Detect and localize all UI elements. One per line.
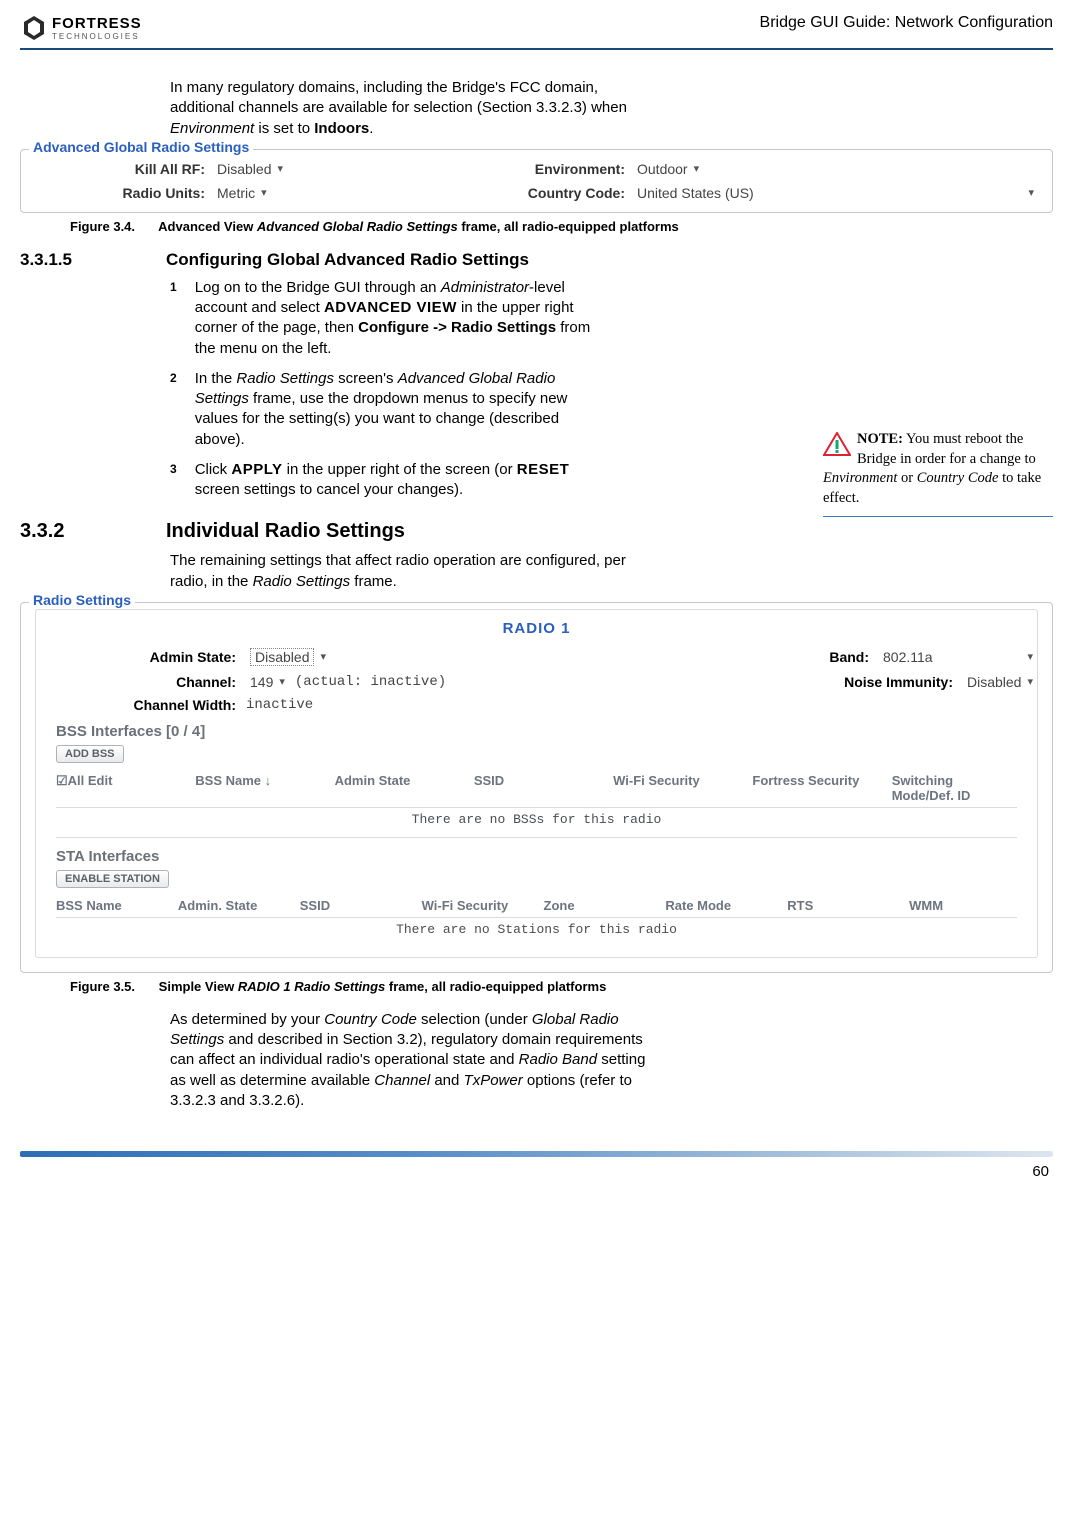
chevron-down-icon: ▾	[279, 675, 285, 688]
channel-actual-note: (actual: inactive)	[295, 674, 446, 690]
page-number: 60	[20, 1163, 1053, 1180]
kill-rf-label: Kill All RF:	[35, 161, 205, 177]
environment-dropdown[interactable]: Outdoor ▾	[633, 160, 703, 178]
section-3-3-2-heading: 3.3.2 Individual Radio Settings	[20, 520, 1053, 543]
chevron-down-icon: ▾	[1027, 650, 1033, 663]
panel-legend: Radio Settings	[29, 592, 135, 608]
note-callout: NOTE: You must reboot the Bridge in orde…	[823, 430, 1053, 517]
step-1: 1 Log on to the Bridge GUI through an Ad…	[170, 278, 1053, 359]
country-code-value: United States (US)	[637, 185, 754, 201]
bss-table-header: ☑All Edit BSS Name ↓ Admin State SSID Wi…	[56, 769, 1017, 808]
band-value: 802.11a	[883, 649, 933, 665]
doc-title: Bridge GUI Guide: Network Configuration	[760, 14, 1053, 32]
brand-name: FORTRESS	[52, 15, 142, 32]
brand-sub: TECHNOLOGIES	[52, 32, 142, 41]
add-bss-button[interactable]: ADD BSS	[56, 745, 124, 763]
figure-3-4-caption: Figure 3.4. Advanced View Advanced Globa…	[70, 219, 1053, 234]
band-dropdown[interactable]: 802.11a ▾	[879, 648, 1037, 666]
chevron-down-icon: ▾	[261, 186, 267, 199]
channel-value: 149	[250, 674, 273, 690]
footer-divider	[20, 1151, 1053, 1157]
noise-immunity-label: Noise Immunity:	[743, 674, 963, 690]
channel-width-label: Channel Width:	[36, 697, 246, 713]
figure-3-5-caption: Figure 3.5. Simple View RADIO 1 Radio Se…	[70, 979, 1053, 994]
panel-legend: Advanced Global Radio Settings	[29, 139, 253, 155]
chevron-down-icon: ▾	[277, 162, 283, 175]
brand-logo: FORTRESS TECHNOLOGIES	[20, 14, 142, 42]
section-3-3-2-para: The remaining settings that affect radio…	[170, 551, 650, 592]
channel-dropdown[interactable]: 149 ▾	[246, 673, 289, 691]
enable-station-button[interactable]: ENABLE STATION	[56, 870, 169, 888]
sta-empty-row: There are no Stations for this radio	[56, 918, 1017, 947]
environment-value: Outdoor	[637, 161, 688, 177]
fortress-icon	[20, 14, 48, 42]
admin-state-label: Admin State:	[36, 649, 246, 665]
closing-paragraph: As determined by your Country Code selec…	[170, 1010, 650, 1111]
sta-table-header: BSS Name Admin. State SSID Wi-Fi Securit…	[56, 894, 1017, 918]
radio-units-value: Metric	[217, 185, 255, 201]
section-3-3-1-5-heading: 3.3.1.5 Configuring Global Advanced Radi…	[20, 250, 1053, 270]
sta-interfaces-header: STA Interfaces	[56, 848, 1037, 865]
chevron-down-icon: ▾	[1028, 186, 1034, 199]
chevron-down-icon: ▾	[1027, 675, 1033, 688]
environment-label: Environment:	[455, 161, 625, 177]
warning-info-icon	[823, 432, 851, 456]
channel-label: Channel:	[36, 674, 246, 690]
note-lead: NOTE:	[857, 431, 903, 447]
page-header: FORTRESS TECHNOLOGIES Bridge GUI Guide: …	[20, 14, 1053, 50]
country-code-dropdown[interactable]: United States (US) ▾	[633, 184, 1038, 202]
chevron-down-icon: ▾	[694, 162, 700, 175]
country-code-label: Country Code:	[455, 185, 625, 201]
radio-units-dropdown[interactable]: Metric ▾	[213, 184, 271, 202]
bss-interfaces-header: BSS Interfaces [0 / 4]	[56, 723, 1037, 740]
admin-state-value: Disabled	[250, 648, 314, 666]
admin-state-dropdown[interactable]: Disabled ▾	[246, 647, 330, 667]
noise-immunity-value: Disabled	[967, 674, 1021, 690]
band-label: Band:	[659, 649, 879, 665]
chevron-down-icon: ▾	[320, 650, 326, 663]
page-container: FORTRESS TECHNOLOGIES Bridge GUI Guide: …	[0, 0, 1091, 1200]
intro-paragraph: In many regulatory domains, including th…	[170, 78, 650, 139]
channel-width-value: inactive	[246, 697, 313, 713]
kill-rf-dropdown[interactable]: Disabled ▾	[213, 160, 287, 178]
kill-rf-value: Disabled	[217, 161, 271, 177]
radio-settings-panel: Radio Settings RADIO 1 Admin State: Disa…	[20, 602, 1053, 973]
global-radio-settings-panel: Advanced Global Radio Settings Kill All …	[20, 149, 1053, 213]
noise-immunity-dropdown[interactable]: Disabled ▾	[963, 673, 1037, 691]
bss-empty-row: There are no BSSs for this radio	[56, 808, 1017, 838]
radio-units-label: Radio Units:	[35, 185, 205, 201]
radio-1-title: RADIO 1	[36, 620, 1037, 637]
